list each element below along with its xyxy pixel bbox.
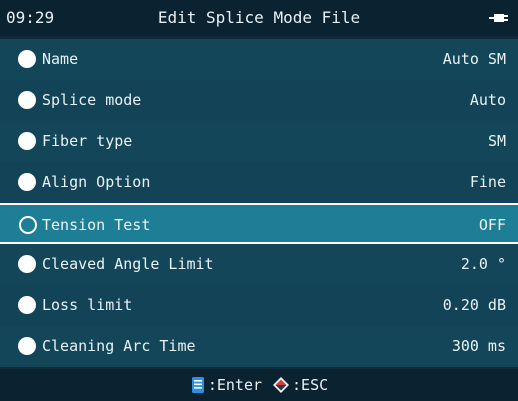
setting-value: Auto SM bbox=[442, 50, 506, 68]
setting-label: Tension Test bbox=[42, 216, 151, 234]
radio-bullet-icon bbox=[18, 337, 36, 355]
setting-label: Fiber type bbox=[42, 132, 133, 150]
setting-label: Cleaning Arc Time bbox=[42, 337, 196, 355]
radio-bullet-icon bbox=[18, 173, 36, 191]
setting-value: 300 ms bbox=[451, 337, 506, 355]
setting-row-name[interactable]: Name Auto SM bbox=[0, 39, 518, 80]
file-enter-icon bbox=[191, 377, 204, 393]
setting-label: Cleaved Angle Limit bbox=[42, 255, 214, 273]
setting-value: Auto bbox=[469, 91, 506, 109]
enter-hint-label: :Enter bbox=[207, 376, 263, 394]
esc-hint-label: :ESC bbox=[292, 376, 329, 394]
setting-value: SM bbox=[487, 132, 506, 150]
setting-value: OFF bbox=[478, 216, 506, 234]
title-bar: 09:29 Edit Splice Mode File bbox=[0, 0, 518, 36]
setting-row-cleaning-arc-time[interactable]: Cleaning Arc Time 300 ms bbox=[0, 326, 518, 367]
diamond-esc-icon bbox=[273, 377, 290, 393]
setting-label: Splice mode bbox=[42, 91, 142, 109]
setting-row-fiber-type[interactable]: Fiber type SM bbox=[0, 121, 518, 162]
radio-bullet-icon bbox=[18, 91, 36, 109]
setting-row-tension-test[interactable]: Tension Test OFF bbox=[0, 203, 518, 244]
radio-bullet-icon bbox=[18, 296, 36, 314]
esc-hint: :ESC bbox=[262, 376, 328, 394]
setting-label: Loss limit bbox=[42, 296, 133, 314]
setting-label: Name bbox=[42, 50, 79, 68]
setting-row-loss-limit[interactable]: Loss limit 0.20 dB bbox=[0, 285, 518, 326]
setting-value: 2.0 ° bbox=[460, 255, 506, 273]
setting-value: 0.20 dB bbox=[442, 296, 506, 314]
splice-mode-editor-screen: 09:29 Edit Splice Mode File Name Auto SM… bbox=[0, 0, 518, 401]
radio-bullet-icon bbox=[18, 255, 36, 273]
setting-value: Fine bbox=[469, 173, 506, 191]
setting-row-splice-mode[interactable]: Splice mode Auto bbox=[0, 80, 518, 121]
setting-row-cleaved-angle-limit[interactable]: Cleaved Angle Limit 2.0 ° bbox=[0, 244, 518, 285]
setting-row-align-option[interactable]: Align Option Fine bbox=[0, 162, 518, 203]
page-title: Edit Splice Mode File bbox=[157, 8, 361, 27]
enter-hint: :Enter bbox=[190, 376, 262, 394]
setting-label: Align Option bbox=[42, 173, 151, 191]
settings-list: Name Auto SM Splice mode Auto Fiber type… bbox=[0, 39, 518, 367]
radio-bullet-icon bbox=[18, 50, 36, 68]
radio-bullet-icon bbox=[18, 132, 36, 150]
plug-icon bbox=[489, 14, 508, 22]
key-hint-bar: :Enter :ESC bbox=[0, 369, 518, 401]
radio-bullet-icon bbox=[19, 216, 37, 234]
